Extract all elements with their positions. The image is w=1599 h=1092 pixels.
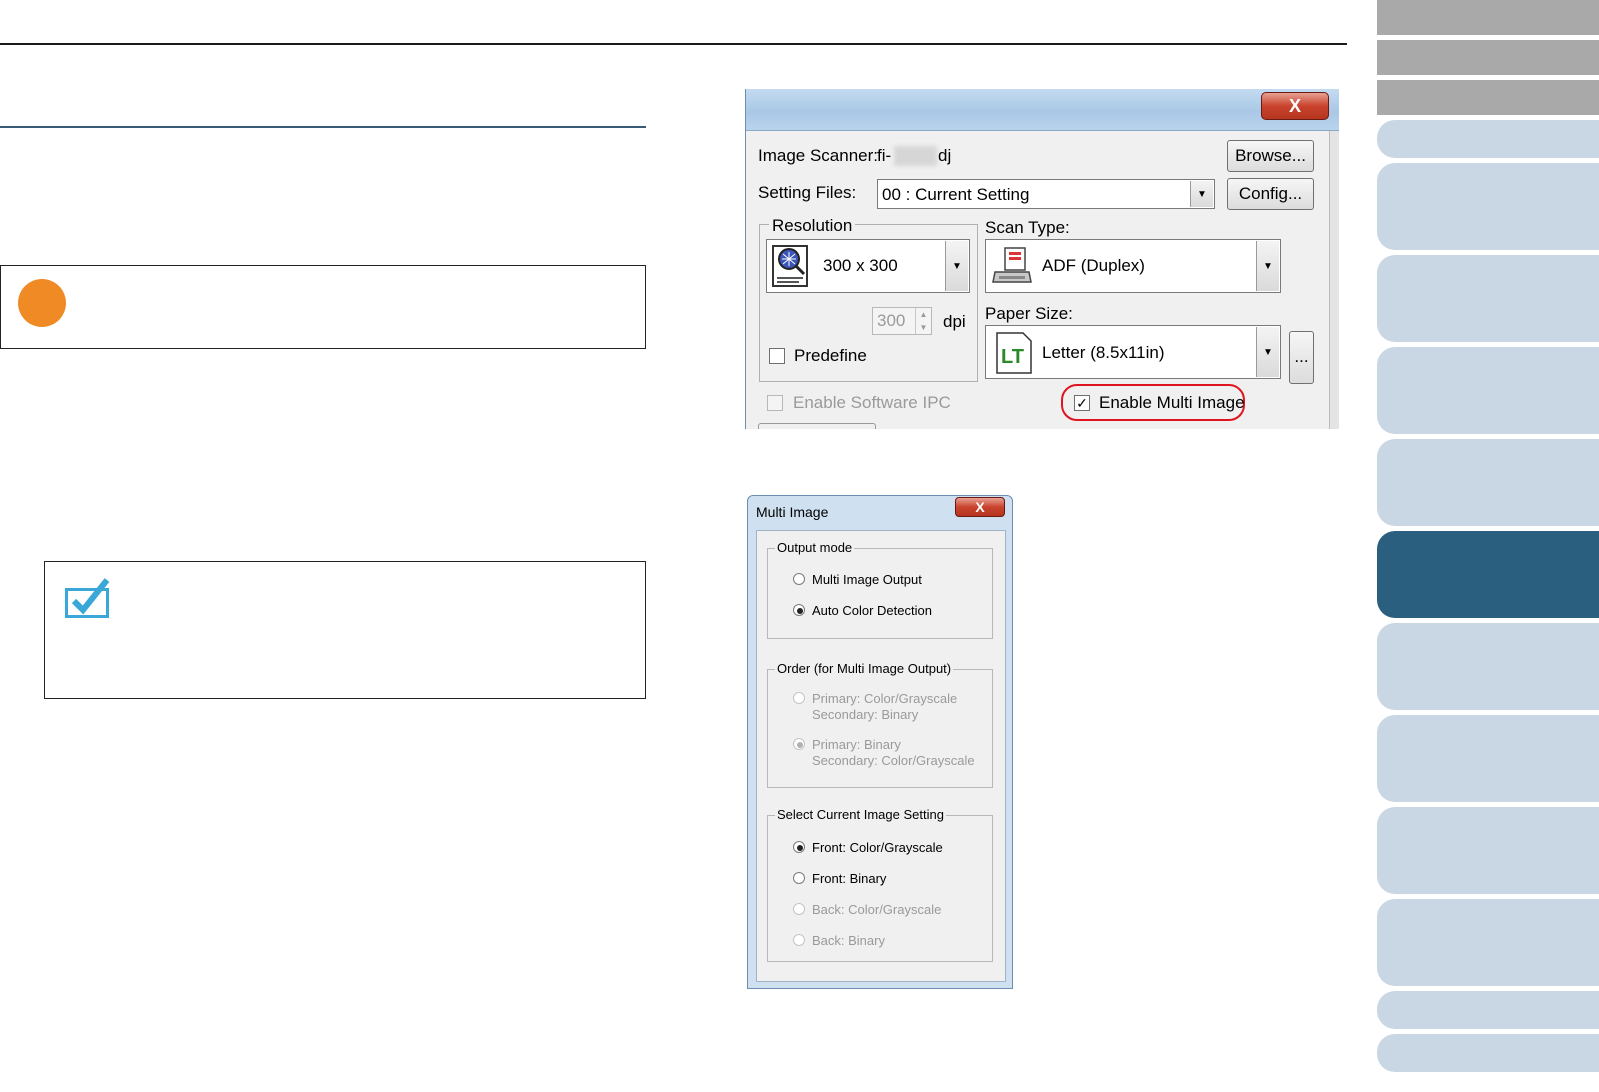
checkmark-icon: [65, 578, 110, 618]
twain-dialog-screenshot: X Image Scanner: fi- dj Browse... Settin…: [745, 89, 1339, 429]
dpi-value: 300: [877, 311, 906, 330]
radio-back-color[interactable]: [793, 903, 805, 915]
paper-size-more-button[interactable]: ...: [1289, 331, 1314, 384]
image-scanner-label: Image Scanner:: [758, 146, 879, 165]
multi-image-title: Multi Image: [756, 504, 829, 520]
radio-primary-binary[interactable]: [793, 738, 805, 750]
nav-tab-8[interactable]: [1377, 715, 1599, 802]
output-mode-group: [767, 548, 993, 639]
auto-color-detection-label: Auto Color Detection: [812, 603, 932, 618]
spinner-arrows-icon[interactable]: ▲ ▼: [915, 308, 931, 334]
config-button[interactable]: Config...: [1227, 178, 1314, 210]
order-group: [767, 669, 993, 788]
enable-multi-image-checkbox[interactable]: ✓: [1074, 395, 1090, 411]
nav-tab-11[interactable]: [1377, 991, 1599, 1029]
resolution-group-label: Resolution: [769, 216, 856, 236]
back-binary-label: Back: Binary: [812, 933, 885, 948]
setting-files-label: Setting Files:: [758, 183, 857, 202]
primary-binary-line2: Secondary: Color/Grayscale: [812, 753, 975, 768]
scan-type-combo[interactable]: ADF (Duplex) ▼: [985, 239, 1281, 293]
nav-tab-10[interactable]: [1377, 899, 1599, 986]
nav-tab-12[interactable]: [1377, 1034, 1599, 1072]
nav-tab-top-3[interactable]: [1377, 80, 1599, 115]
chevron-down-icon[interactable]: ▼: [1190, 181, 1213, 207]
radio-front-color[interactable]: [793, 841, 805, 853]
radio-front-binary[interactable]: [793, 872, 805, 884]
close-button[interactable]: X: [1261, 92, 1329, 120]
order-legend: Order (for Multi Image Output): [775, 661, 954, 677]
scan-type-value: ADF (Duplex): [1042, 256, 1145, 275]
multi-image-dialog: Multi Image X Output mode Multi Image Ou…: [747, 495, 1013, 989]
nav-tab-top-1[interactable]: [1377, 0, 1599, 35]
dpi-spinner[interactable]: 300 ▲ ▼: [872, 307, 932, 335]
back-color-label: Back: Color/Grayscale: [812, 902, 942, 917]
nav-tab-1[interactable]: [1377, 120, 1599, 158]
dialog-scrollbar[interactable]: [1329, 131, 1339, 429]
software-ipc-label: Enable Software IPC: [793, 393, 951, 412]
image-scanner-suffix: dj: [938, 146, 952, 165]
nav-tab-5[interactable]: [1377, 439, 1599, 526]
paper-size-label: Paper Size:: [985, 304, 1073, 323]
resolution-combo[interactable]: 300 x 300 ▼: [766, 239, 970, 293]
resolution-icon: [772, 245, 808, 287]
chevron-down-icon[interactable]: ▼: [1256, 327, 1279, 377]
predefine-checkbox[interactable]: [769, 348, 785, 364]
primary-binary-line1: Primary: Binary: [812, 737, 901, 752]
dpi-unit-label: dpi: [943, 312, 966, 331]
nav-tab-7[interactable]: [1377, 623, 1599, 710]
letter-paper-icon: LT: [996, 332, 1032, 374]
software-ipc-checkbox[interactable]: [767, 395, 783, 411]
setting-files-value: 00 : Current Setting: [882, 185, 1030, 204]
resolution-value: 300 x 300: [823, 256, 898, 275]
hint-box: [44, 561, 646, 699]
close-button[interactable]: X: [955, 497, 1005, 517]
paper-size-combo[interactable]: LT Letter (8.5x11in) ▼: [985, 325, 1281, 379]
enable-multi-image-label: Enable Multi Image: [1099, 393, 1245, 412]
radio-back-binary[interactable]: [793, 934, 805, 946]
radio-auto-color-detection[interactable]: [793, 604, 805, 616]
dialog-body: Image Scanner: fi- dj Browse... Setting …: [746, 131, 1329, 429]
multi-image-body: Output mode Multi Image Output Auto Colo…: [756, 530, 1006, 982]
primary-color-line1: Primary: Color/Grayscale: [812, 691, 958, 706]
nav-tab-2[interactable]: [1377, 163, 1599, 250]
image-scanner-prefix: fi-: [877, 146, 892, 165]
primary-color-line2: Secondary: Binary: [812, 707, 919, 722]
scan-type-label: Scan Type:: [985, 218, 1070, 237]
attention-box: [0, 265, 646, 349]
radio-primary-color[interactable]: [793, 692, 805, 704]
nav-tab-4[interactable]: [1377, 347, 1599, 434]
predefine-label: Predefine: [794, 346, 867, 365]
front-binary-label: Front: Binary: [812, 871, 887, 886]
attention-icon: [18, 279, 66, 327]
dialog-titlebar: X: [746, 89, 1339, 131]
front-color-label: Front: Color/Grayscale: [812, 840, 943, 855]
cropped-button-edge: [758, 423, 876, 429]
section-rule: [0, 126, 646, 128]
nav-tab-top-2[interactable]: [1377, 40, 1599, 75]
header-rule: [0, 43, 1347, 45]
current-image-setting-legend: Select Current Image Setting: [775, 807, 946, 823]
multi-image-output-label: Multi Image Output: [812, 572, 922, 587]
radio-multi-image-output[interactable]: [793, 573, 805, 585]
output-mode-legend: Output mode: [775, 540, 855, 556]
nav-tab-9[interactable]: [1377, 807, 1599, 894]
browse-button[interactable]: Browse...: [1227, 140, 1314, 172]
adf-scanner-icon: [992, 247, 1032, 283]
chevron-down-icon[interactable]: ▼: [1256, 241, 1279, 291]
setting-files-combo[interactable]: 00 : Current Setting ▼: [877, 179, 1215, 209]
svg-text:LT: LT: [1001, 346, 1024, 368]
chevron-down-icon[interactable]: ▼: [945, 241, 968, 291]
nav-tab-3[interactable]: [1377, 255, 1599, 342]
scanner-model-redacted: [894, 146, 937, 166]
nav-tab-6-active[interactable]: [1377, 531, 1599, 618]
paper-size-value: Letter (8.5x11in): [1042, 343, 1165, 362]
